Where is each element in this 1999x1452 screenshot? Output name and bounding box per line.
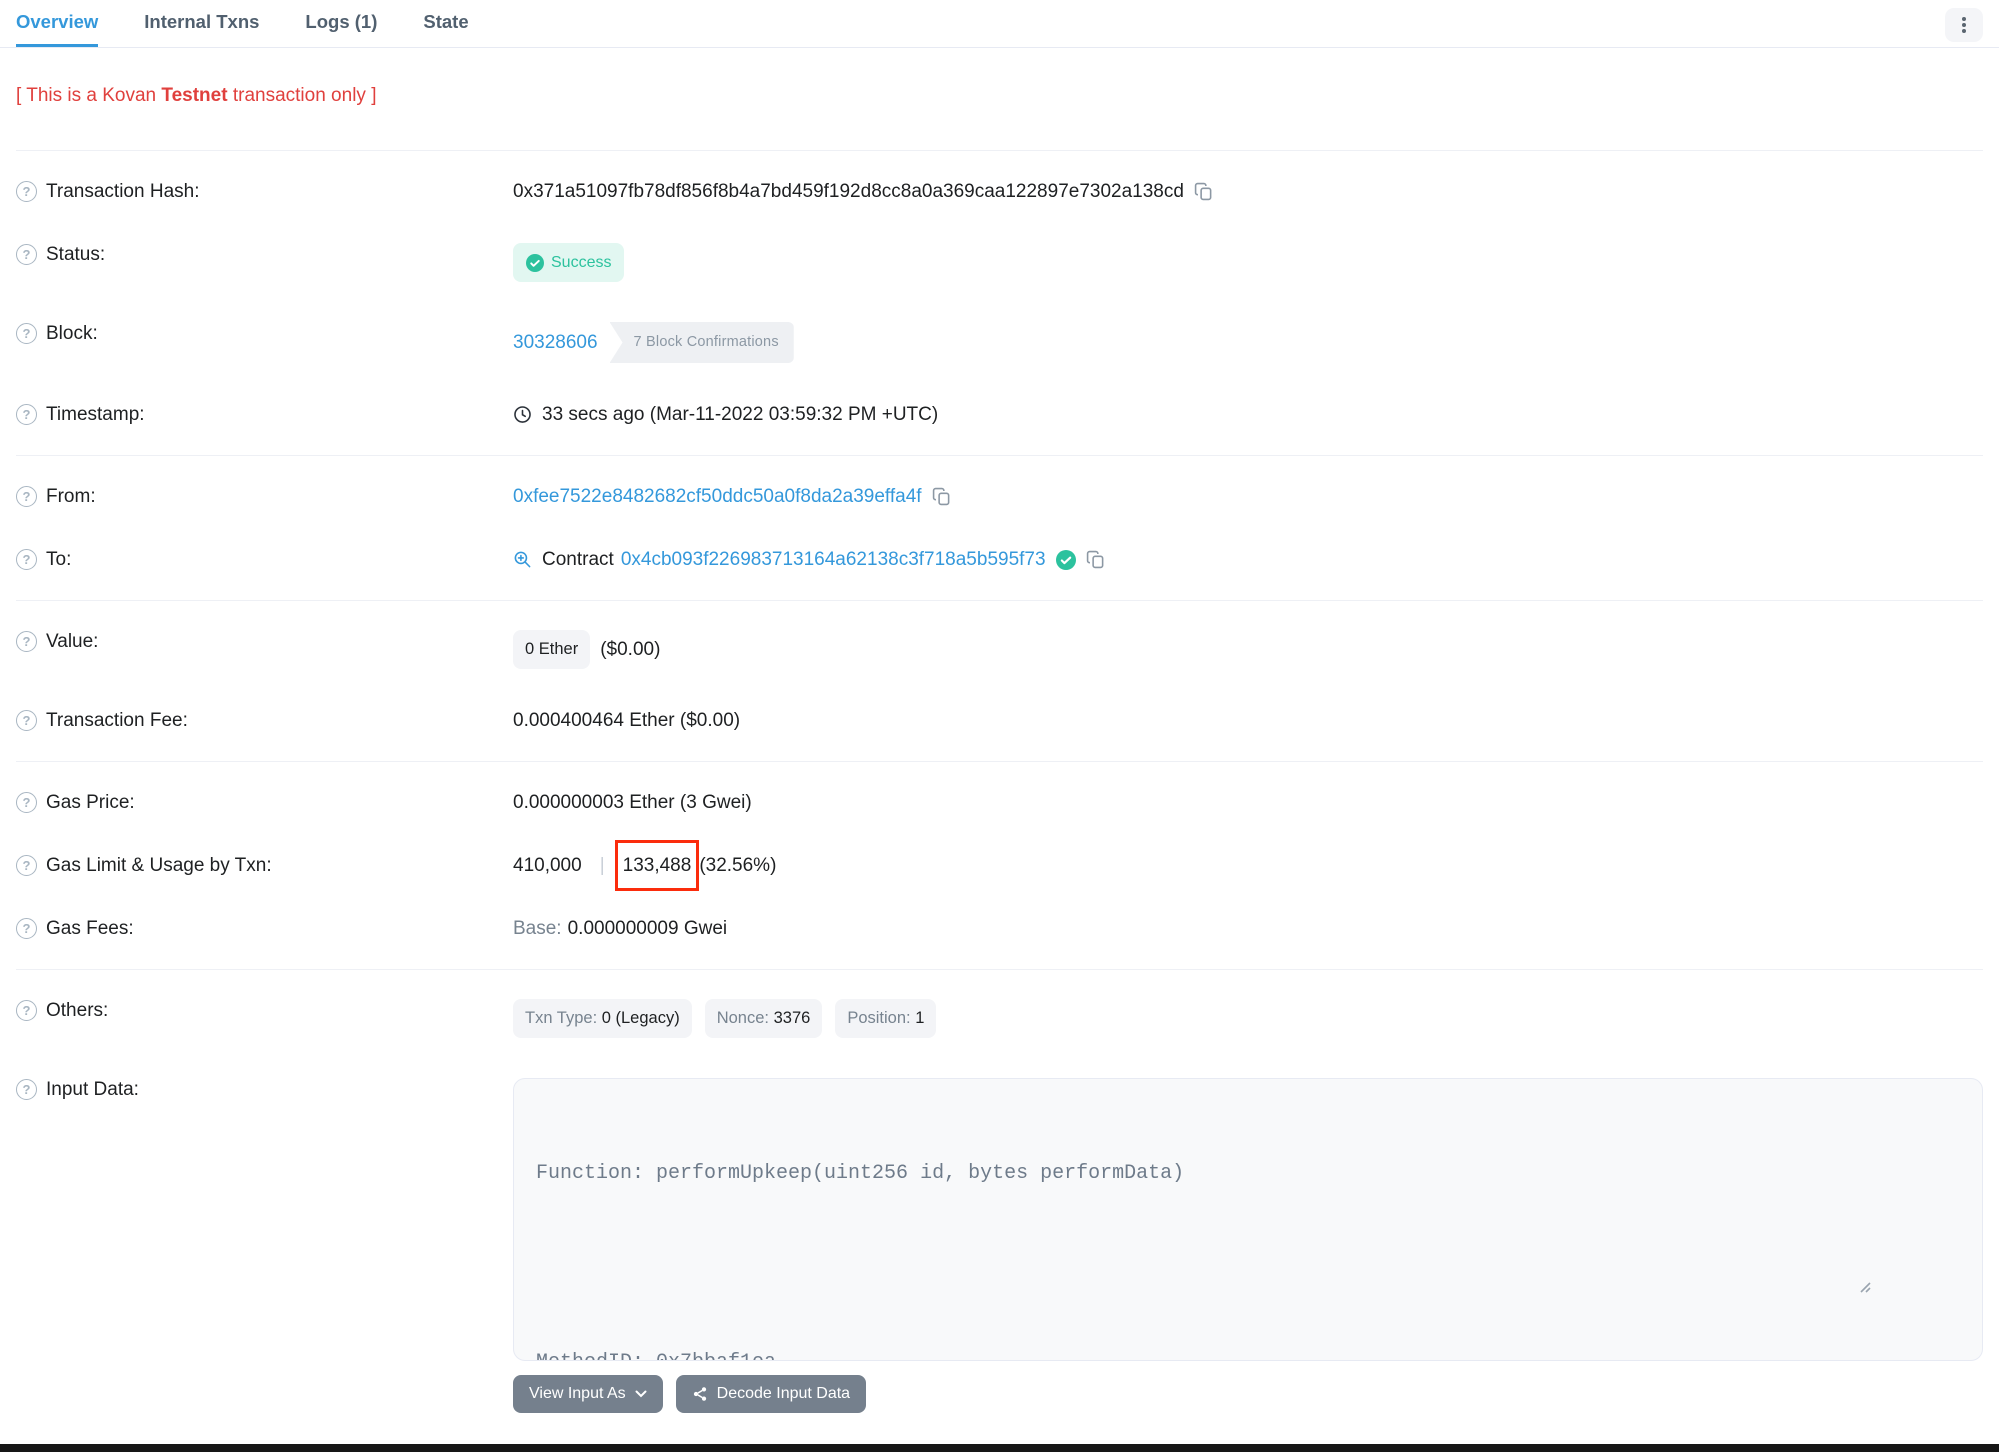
gas-fees-base-label: Base: bbox=[513, 918, 562, 939]
gas-used-percent: (32.56%) bbox=[699, 855, 777, 876]
to-label: To: bbox=[46, 549, 72, 570]
zoom-in-icon[interactable] bbox=[513, 550, 532, 569]
value-badge: 0 Ether bbox=[513, 630, 591, 669]
transaction-hash-value: 0x371a51097fb78df856f8b4a7bd459f192d8cc8… bbox=[513, 181, 1184, 202]
gas-price-value: 0.000000003 Ether (3 Gwei) bbox=[513, 792, 752, 813]
help-icon[interactable]: ? bbox=[16, 244, 37, 265]
row-gas-limit-usage: ? Gas Limit & Usage by Txn: 410,000 | 13… bbox=[16, 834, 1983, 897]
more-options-button[interactable] bbox=[1945, 8, 1983, 42]
tab-bar: Overview Internal Txns Logs (1) State bbox=[0, 0, 1999, 48]
gas-limit-value: 410,000 bbox=[513, 855, 582, 876]
decode-icon bbox=[692, 1386, 708, 1402]
status-badge: Success bbox=[513, 243, 625, 282]
help-icon[interactable]: ? bbox=[16, 486, 37, 507]
help-icon[interactable]: ? bbox=[16, 855, 37, 876]
help-icon[interactable]: ? bbox=[16, 792, 37, 813]
help-icon[interactable]: ? bbox=[16, 918, 37, 939]
copy-icon[interactable] bbox=[932, 487, 951, 506]
from-label: From: bbox=[46, 486, 96, 507]
input-methodid-line: MethodID: 0x7bbaf1ea bbox=[536, 1347, 1960, 1360]
section-summary: ? Transaction Hash: 0x371a51097fb78df856… bbox=[0, 151, 1999, 455]
check-circle-icon bbox=[526, 253, 544, 272]
row-transaction-fee: ? Transaction Fee: 0.000400464 Ether ($0… bbox=[16, 689, 1983, 752]
to-contract-prefix: Contract bbox=[542, 549, 614, 570]
section-value: ? Value: 0 Ether ($0.00) ? Transaction F… bbox=[0, 601, 1999, 761]
help-icon[interactable]: ? bbox=[16, 549, 37, 570]
input-function-line: Function: performUpkeep(uint256 id, byte… bbox=[536, 1162, 1185, 1185]
gas-limit-usage-label: Gas Limit & Usage by Txn: bbox=[46, 855, 272, 876]
section-parties: ? From: 0xfee7522e8482682cf50ddc50a0f8da… bbox=[0, 456, 1999, 600]
gas-separator: | bbox=[599, 855, 605, 876]
timestamp-label: Timestamp: bbox=[46, 404, 145, 425]
row-transaction-hash: ? Transaction Hash: 0x371a51097fb78df856… bbox=[16, 160, 1983, 223]
help-icon[interactable]: ? bbox=[16, 404, 37, 425]
transaction-hash-label: Transaction Hash: bbox=[46, 181, 200, 202]
to-address-link[interactable]: 0x4cb093f226983713164a62138c3f718a5b595f… bbox=[621, 548, 1046, 571]
row-input-data: ? Input Data: Function: performUpkeep(ui… bbox=[16, 1058, 1983, 1361]
others-label: Others: bbox=[46, 1000, 109, 1021]
row-block: ? Block: 30328606 7 Block Confirmations bbox=[16, 302, 1983, 383]
gas-fees-label: Gas Fees: bbox=[46, 918, 134, 939]
block-confirmations-badge: 7 Block Confirmations bbox=[609, 322, 794, 363]
kebab-menu-icon bbox=[1956, 16, 1972, 34]
position-badge: Position: 1 bbox=[835, 999, 937, 1038]
block-number-link[interactable]: 30328606 bbox=[513, 331, 598, 354]
input-data-label: Input Data: bbox=[46, 1079, 139, 1100]
from-address-link[interactable]: 0xfee7522e8482682cf50ddc50a0f8da2a39effa… bbox=[513, 485, 922, 508]
status-label: Status: bbox=[46, 244, 106, 265]
row-value: ? Value: 0 Ether ($0.00) bbox=[16, 610, 1983, 689]
row-others: ? Others: Txn Type: 0 (Legacy) Nonce: 33… bbox=[16, 979, 1983, 1058]
input-data-textarea[interactable]: Function: performUpkeep(uint256 id, byte… bbox=[513, 1078, 1983, 1361]
copy-icon[interactable] bbox=[1194, 182, 1213, 201]
help-icon[interactable]: ? bbox=[16, 323, 37, 344]
notice-prefix: [ This is a Kovan bbox=[16, 85, 162, 106]
row-status: ? Status: Success bbox=[16, 223, 1983, 302]
copy-icon[interactable] bbox=[1086, 550, 1105, 569]
row-gas-price: ? Gas Price: 0.000000003 Ether (3 Gwei) bbox=[16, 771, 1983, 834]
value-label: Value: bbox=[46, 631, 99, 652]
help-icon[interactable]: ? bbox=[16, 710, 37, 731]
row-gas-fees: ? Gas Fees: Base: 0.000000009 Gwei bbox=[16, 897, 1983, 960]
section-details: ? Others: Txn Type: 0 (Legacy) Nonce: 33… bbox=[0, 970, 1999, 1452]
tab-overview[interactable]: Overview bbox=[16, 0, 99, 47]
nonce-badge: Nonce: 3376 bbox=[704, 999, 823, 1038]
help-icon[interactable]: ? bbox=[16, 1079, 37, 1100]
notice-suffix: transaction only ] bbox=[227, 85, 377, 106]
input-data-actions: View Input As Decode Input Data bbox=[513, 1375, 1983, 1413]
help-icon[interactable]: ? bbox=[16, 1000, 37, 1021]
row-from: ? From: 0xfee7522e8482682cf50ddc50a0f8da… bbox=[16, 465, 1983, 528]
txn-type-badge: Txn Type: 0 (Legacy) bbox=[513, 999, 692, 1038]
clock-icon bbox=[513, 405, 532, 424]
row-timestamp: ? Timestamp: 33 secs ago (Mar-11-2022 03… bbox=[16, 383, 1983, 446]
textarea-resize-handle[interactable] bbox=[1858, 1217, 1978, 1356]
notice-bold: Testnet bbox=[161, 85, 228, 106]
block-label: Block: bbox=[46, 323, 98, 344]
testnet-notice: [ This is a Kovan Testnet transaction on… bbox=[0, 48, 1999, 150]
gas-price-label: Gas Price: bbox=[46, 792, 135, 813]
row-to: ? To: Contract 0x4cb093f226983713164a621… bbox=[16, 528, 1983, 591]
tab-internal-txns[interactable]: Internal Txns bbox=[144, 0, 259, 47]
help-icon[interactable]: ? bbox=[16, 181, 37, 202]
bottom-edge-bar bbox=[0, 1444, 1999, 1452]
transaction-overview-page: Overview Internal Txns Logs (1) State [ … bbox=[0, 0, 1999, 1452]
gas-used-value-annotated: 133,488 bbox=[614, 840, 699, 891]
value-usd: ($0.00) bbox=[600, 639, 661, 660]
tab-logs[interactable]: Logs (1) bbox=[305, 0, 377, 47]
decode-input-data-button[interactable]: Decode Input Data bbox=[675, 1375, 867, 1413]
timestamp-value: 33 secs ago (Mar-11-2022 03:59:32 PM +UT… bbox=[542, 404, 939, 425]
transaction-fee-label: Transaction Fee: bbox=[46, 710, 188, 731]
transaction-fee-value: 0.000400464 Ether ($0.00) bbox=[513, 710, 741, 731]
gas-fees-base-value: 0.000000009 Gwei bbox=[567, 918, 728, 939]
view-input-as-button[interactable]: View Input As bbox=[513, 1375, 663, 1413]
section-gas: ? Gas Price: 0.000000003 Ether (3 Gwei) … bbox=[0, 762, 1999, 969]
verified-check-icon bbox=[1055, 549, 1076, 570]
help-icon[interactable]: ? bbox=[16, 631, 37, 652]
chevron-down-icon bbox=[635, 1390, 647, 1398]
tab-state[interactable]: State bbox=[423, 0, 468, 47]
